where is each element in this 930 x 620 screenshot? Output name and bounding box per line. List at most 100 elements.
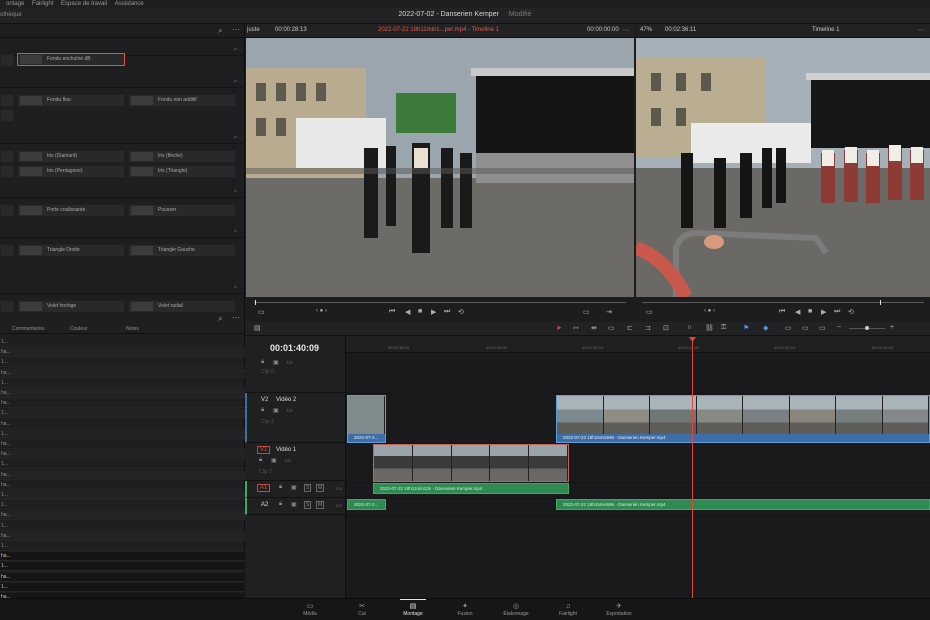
source-clip-name[interactable]: 2022-07-22 18h11min1...per.mp4 - Timelin… [378,27,499,33]
play-icon[interactable]: ▶ [431,308,436,316]
list-item[interactable]: ha... [0,399,245,409]
play-icon[interactable]: ▶ [821,308,826,316]
position-lock-icon[interactable]: ⚿ [721,324,726,332]
source-video-frame[interactable] [246,38,634,297]
zoom-level[interactable]: 47% [640,27,652,33]
monitor-icon[interactable]: ▭ [287,359,293,366]
mute-button[interactable]: M [316,501,325,509]
effect-sliding-door[interactable]: Porte coulissante [17,204,125,217]
effect-radial-wipe[interactable]: Volet radial [128,300,236,313]
list-item[interactable]: 1... [0,338,245,347]
effect-iris-diamond[interactable]: Iris (Diamant) [17,150,125,163]
monitor-icon[interactable]: ▭ [287,407,293,414]
section-divider[interactable]: ^ [0,230,245,238]
timeline-clip-v2-long[interactable]: 2022-07-22 18h15min59s - Danserien Kempe… [556,395,930,443]
effect-iris-pentagon[interactable]: Iris (Pentagone) [17,165,125,178]
list-item[interactable]: 1... [0,358,245,368]
jog-control[interactable]: ‹ ● › [316,308,327,314]
fit-dropdown[interactable]: juste [247,27,260,33]
search-icon[interactable]: ⌕ [218,314,222,324]
menu-item-fairlight[interactable]: Fairlight [32,0,53,8]
zoom-out-icon[interactable]: − [837,324,841,331]
list-item[interactable]: ha... [0,572,245,582]
effect-crossfade-db[interactable]: Fondu enchaîné dB [17,53,125,66]
auto-select-icon[interactable]: ▣ [291,484,297,491]
mark-in-icon[interactable]: ▭ [583,308,590,316]
timeline-tracks-area[interactable]: 2022-07-2... 2022-07-22 18h15min59s - Da… [346,337,930,598]
list-item[interactable]: 1... [0,429,245,439]
effect-triangle-left[interactable]: Triangle Gauche [128,244,236,257]
play-reverse-icon[interactable]: ◀ [405,308,410,316]
timeline-view-icon[interactable]: ▤ [254,324,261,332]
source-scrubber[interactable] [254,302,626,303]
zoom-in-icon[interactable]: + [890,324,894,331]
flag-icon[interactable]: ⚑ [743,324,749,332]
menu-item-montage[interactable]: ontage [6,0,24,8]
overwrite-icon[interactable]: ⊐ [645,324,651,332]
lock-icon[interactable]: 🔒︎ [259,457,262,464]
jump-end-icon[interactable]: ⏭ [444,308,450,316]
timeline-clip-a1[interactable]: 2022-07-22 18h11min13s - Danserien Kempe… [373,483,569,494]
insert-icon[interactable]: ⊏ [627,324,633,332]
mark-out-icon[interactable]: ⇥ [606,308,612,316]
page-color[interactable]: ◎ Étalonnage [491,603,541,617]
page-fairlight[interactable]: ♫ Fairlight [543,603,593,617]
playhead[interactable] [692,339,693,598]
lock-icon[interactable]: 🔒︎ [279,484,282,491]
trim-tool-icon[interactable]: ⇿ [573,324,579,332]
timeline-ruler[interactable]: 00:01:36:24 00:01:38:00 00:01:39:24 00:0… [346,336,930,353]
auto-select-icon[interactable]: ▣ [273,407,279,414]
menu-item-help[interactable]: Assistance [115,0,144,8]
play-reverse-icon[interactable]: ◀ [795,308,800,316]
auto-select-icon[interactable]: ▣ [271,457,277,464]
blade-tool-icon[interactable]: ▭ [608,324,615,332]
page-fusion[interactable]: ✦ Fusion [440,603,490,617]
effect-nonadditive-dissolve[interactable]: Fondu non additif [128,94,236,107]
effect-triangle-right[interactable]: Triangle Droite [17,244,125,257]
column-notes[interactable]: Notes [126,326,139,332]
effect-push[interactable]: Pousser [128,204,236,217]
column-color[interactable]: Couleur [70,326,88,332]
solo-button[interactable]: S [304,501,312,509]
jump-start-icon[interactable]: ⏮ [779,308,785,316]
auto-select-icon[interactable]: ▣ [291,501,297,508]
stop-icon[interactable]: ■ [418,308,422,315]
zoom-custom-icon[interactable]: ▭ [819,324,826,332]
page-media[interactable]: ▭ Média [285,603,335,617]
timeline-clip-a2[interactable]: 2022-07-2... [347,499,386,510]
list-item[interactable]: ha... [0,440,245,449]
page-deliver[interactable]: ✈ Exportation [594,603,644,617]
more-options-icon[interactable]: ⋯ [918,27,924,34]
section-divider[interactable]: ^ [0,136,245,144]
effect-iris-arrow[interactable]: Iris (flèche) [128,150,236,163]
more-options-icon[interactable]: ⋯ [623,27,629,34]
select-tool-icon[interactable]: ➤ [556,324,562,332]
zoom-detail-icon[interactable]: ▭ [802,324,809,332]
timeline-clip-v2[interactable]: 2022-07-2... [347,395,386,443]
jump-start-icon[interactable]: ⏮ [389,308,395,316]
effect-iris-triangle[interactable]: Iris (Triangle) [128,165,236,178]
dynamic-trim-icon[interactable]: ⇹ [591,324,597,332]
track-name[interactable]: Vidéo 1 [276,447,296,453]
search-icon[interactable]: ⌕ [218,26,222,36]
list-item[interactable]: ha... [0,389,245,398]
column-comments[interactable]: Commentaires [12,326,45,332]
view-options-icon[interactable]: ▭ [258,308,265,316]
auto-select-icon[interactable]: ▣ [273,359,279,366]
timeline-video-frame[interactable] [636,38,930,297]
solo-button[interactable]: S [304,484,312,492]
marker-icon[interactable]: ◆ [763,324,768,332]
list-item[interactable]: ha... [0,552,245,562]
more-options-icon[interactable]: ⋯ [232,25,240,34]
list-item[interactable]: ha... [0,368,245,378]
more-options-icon[interactable]: ⋯ [232,313,240,322]
view-options-icon[interactable]: ▭ [646,308,653,316]
loop-icon[interactable]: ⟲ [458,308,464,316]
monitor-icon[interactable]: ▭ [285,457,291,464]
list-item[interactable]: 1... [0,409,245,419]
list-item[interactable]: 1... [0,501,245,511]
list-item[interactable]: 1... [0,562,245,572]
timeline-clip-v1[interactable] [373,444,569,482]
list-item[interactable]: 1... [0,582,245,592]
zoom-slider-handle[interactable] [865,326,869,330]
